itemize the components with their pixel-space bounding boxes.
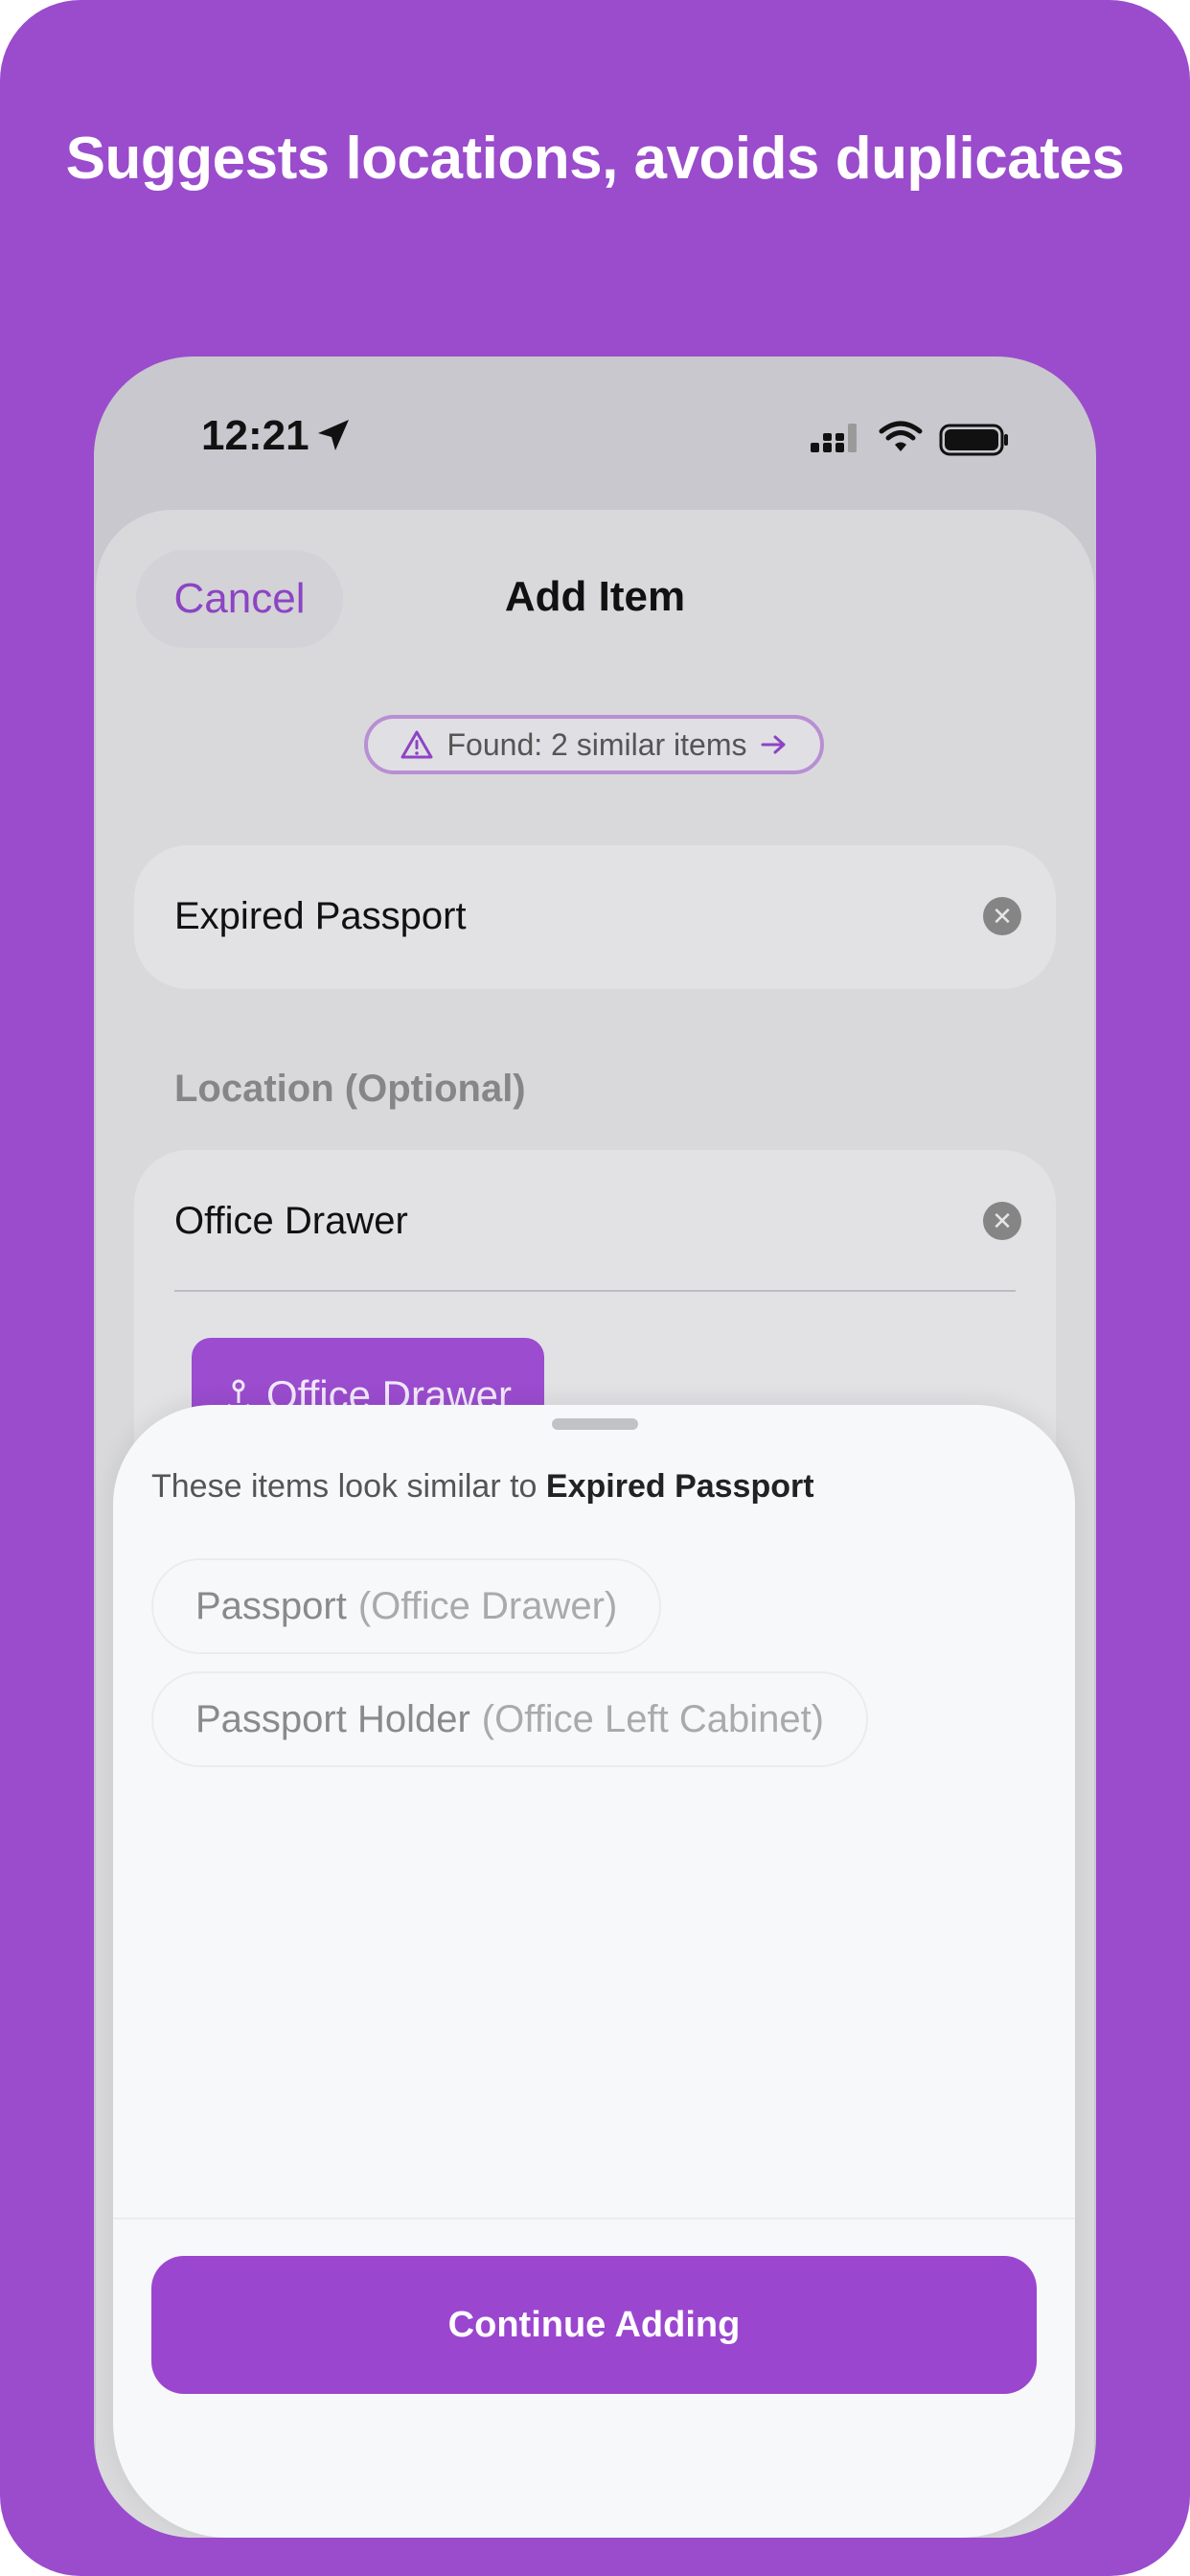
similar-item-name: Passport Holder: [195, 1697, 470, 1740]
similar-item-location: (Office Left Cabinet): [481, 1697, 825, 1740]
similar-item-chip[interactable]: Passport (Office Drawer): [151, 1558, 662, 1654]
duplicate-warning-text: Found: 2 similar items: [446, 726, 747, 762]
headline: Suggests locations, avoids duplicates: [65, 126, 1125, 192]
similar-items-sheet: These items look similar to Expired Pass…: [113, 1405, 1075, 2538]
arrow-right-icon: [761, 735, 786, 754]
item-name-field[interactable]: Expired Passport ✕: [134, 845, 1056, 989]
app-store-screenshot: Suggests locations, avoids duplicates 12…: [0, 0, 1190, 2576]
warning-triangle-icon: [400, 730, 432, 759]
status-bar: 12:21: [94, 356, 1096, 510]
sheet-grabber[interactable]: [552, 1418, 638, 1430]
cellular-signal-icon: [811, 424, 857, 452]
clear-location-icon[interactable]: ✕: [983, 1202, 1021, 1240]
similar-items-intro: These items look similar to Expired Pass…: [151, 1468, 814, 1506]
similar-item-chip[interactable]: Passport Holder (Office Left Cabinet): [151, 1671, 869, 1767]
location-value: Office Drawer: [174, 1200, 408, 1242]
similar-intro-text: These items look similar to: [151, 1468, 546, 1505]
similar-intro-item: Expired Passport: [545, 1468, 814, 1505]
location-divider: [174, 1290, 1016, 1292]
similar-item-name: Passport: [195, 1584, 347, 1627]
continue-adding-button[interactable]: Continue Adding: [151, 2256, 1037, 2394]
sheet-divider: [113, 2218, 1075, 2220]
battery-icon: [939, 424, 1008, 456]
item-name-value: Expired Passport: [174, 895, 467, 937]
clear-item-name-icon[interactable]: ✕: [983, 897, 1021, 935]
phone-frame: 12:21 Cancel Add Item Found: 2 similar i…: [94, 356, 1096, 2538]
nav-title: Add Item: [504, 573, 686, 620]
duplicate-warning-pill[interactable]: Found: 2 similar items: [364, 715, 824, 774]
location-section-label: Location (Optional): [174, 1068, 526, 1110]
wifi-icon: [879, 421, 923, 451]
location-arrow-icon: [318, 420, 349, 450]
status-time: 12:21: [201, 412, 309, 459]
similar-item-location: (Office Drawer): [357, 1584, 618, 1627]
